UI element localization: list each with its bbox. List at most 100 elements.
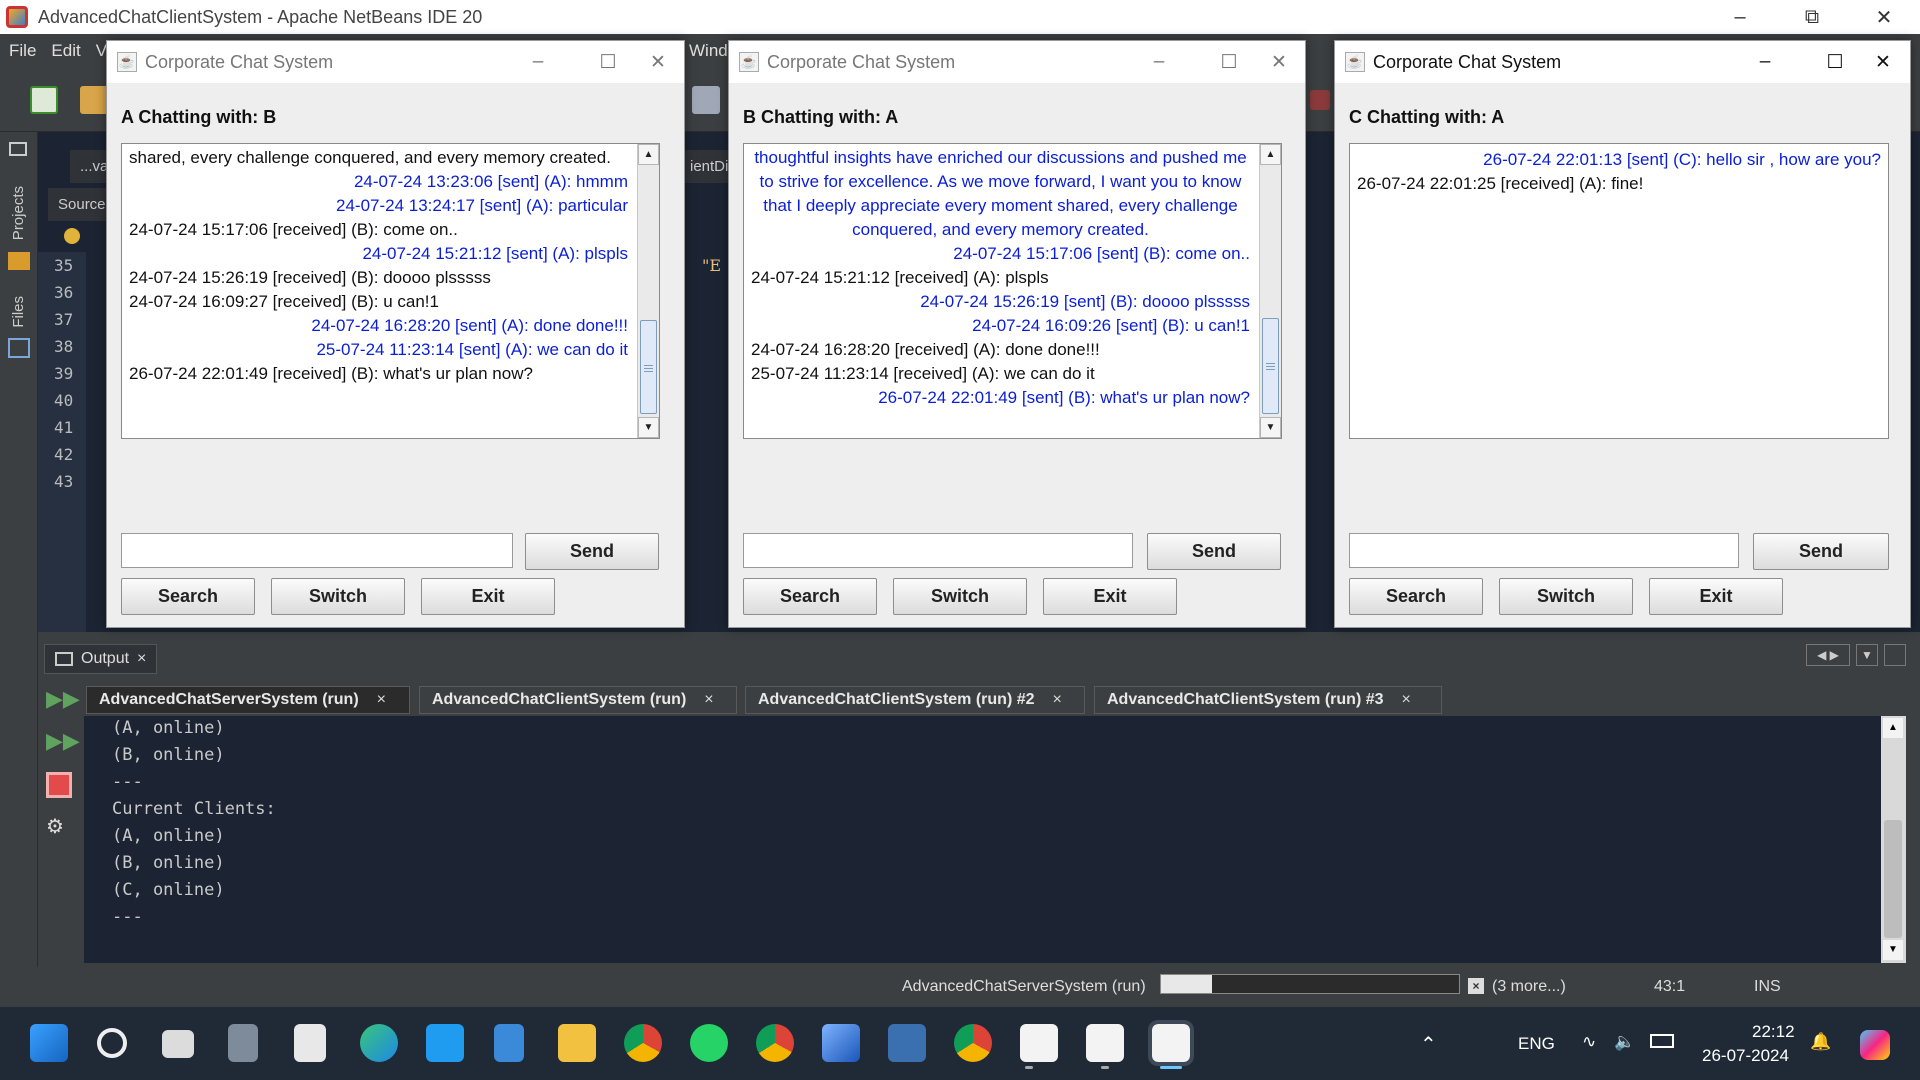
scroll-thumb[interactable] bbox=[1262, 318, 1279, 414]
menu-edit[interactable]: Edit bbox=[51, 41, 80, 61]
minimize-icon[interactable]: – bbox=[1131, 41, 1187, 83]
notepad-icon[interactable] bbox=[494, 1024, 524, 1062]
stop-icon[interactable] bbox=[46, 772, 72, 798]
close-icon[interactable]: ✕ bbox=[1855, 41, 1911, 83]
search-button[interactable]: Search bbox=[121, 578, 255, 615]
restore-icon[interactable]: ⧉ bbox=[1784, 0, 1840, 34]
cancel-task-icon[interactable]: × bbox=[1468, 978, 1484, 994]
chrome-icon[interactable] bbox=[756, 1024, 794, 1062]
minimize-icon[interactable]: – bbox=[1712, 0, 1768, 34]
scroll-up-icon[interactable]: ▲ bbox=[1260, 144, 1281, 165]
close-icon[interactable]: ✕ bbox=[630, 41, 686, 83]
scroll-down-icon[interactable]: ▼ bbox=[1883, 940, 1903, 960]
maximize-icon[interactable]: ☐ bbox=[1201, 41, 1257, 83]
search-button[interactable]: Search bbox=[1349, 578, 1483, 615]
virtualbox-icon[interactable] bbox=[822, 1024, 860, 1062]
file-explorer-icon[interactable] bbox=[558, 1024, 596, 1062]
scroll-down-icon[interactable]: ▼ bbox=[1260, 417, 1281, 438]
calculator-icon[interactable] bbox=[228, 1024, 258, 1062]
task-view-icon[interactable] bbox=[162, 1030, 194, 1058]
rerun-icon[interactable]: ▶▶ bbox=[46, 686, 72, 712]
run-tab-client-3[interactable]: AdvancedChatClientSystem (run) #3 × bbox=[1094, 686, 1442, 714]
message-scrollbar[interactable]: ▲ ▼ bbox=[637, 144, 659, 438]
console-scrollbar[interactable]: ▲ ▼ bbox=[1881, 716, 1906, 963]
clock-date[interactable]: 26-07-2024 bbox=[1702, 1046, 1789, 1066]
close-icon[interactable]: × bbox=[137, 650, 146, 668]
edge-icon[interactable] bbox=[360, 1024, 398, 1062]
maximize-icon[interactable]: ☐ bbox=[580, 41, 636, 83]
exit-button[interactable]: Exit bbox=[1649, 578, 1783, 615]
more-tasks-link[interactable]: (3 more...) bbox=[1492, 978, 1566, 996]
close-icon[interactable]: × bbox=[704, 691, 713, 709]
projects-tab[interactable]: Projects bbox=[10, 186, 27, 240]
battery-icon[interactable] bbox=[1650, 1034, 1674, 1048]
whatsapp-icon[interactable] bbox=[690, 1024, 728, 1062]
tray-overflow-icon[interactable]: ⌃ bbox=[1420, 1032, 1437, 1057]
clock-time[interactable]: 22:12 bbox=[1752, 1022, 1795, 1042]
menu-file[interactable]: File bbox=[9, 41, 36, 61]
settings-icon[interactable]: ⚙ bbox=[46, 814, 72, 840]
ide-window-title: AdvancedChatClientSystem - Apache NetBea… bbox=[38, 7, 482, 28]
search-icon[interactable] bbox=[97, 1028, 127, 1058]
copilot-icon[interactable] bbox=[1860, 1030, 1890, 1060]
new-project-icon[interactable] bbox=[30, 86, 58, 114]
snipping-tool-icon[interactable] bbox=[294, 1024, 326, 1062]
minimize-icon[interactable]: – bbox=[510, 41, 566, 83]
build-icon[interactable] bbox=[692, 86, 720, 114]
output-tab[interactable]: Output × bbox=[44, 644, 157, 674]
rerun-with-params-icon[interactable]: ▶▶ bbox=[46, 728, 72, 754]
close-icon[interactable]: × bbox=[1053, 691, 1062, 709]
hint-bulb-icon[interactable] bbox=[64, 228, 80, 244]
java-icon[interactable] bbox=[1152, 1024, 1190, 1062]
language-indicator[interactable]: ENG bbox=[1518, 1034, 1555, 1054]
projects-icon bbox=[8, 252, 30, 270]
run-tab-server[interactable]: AdvancedChatServerSystem (run) × bbox=[86, 686, 410, 714]
java-icon[interactable] bbox=[1020, 1024, 1058, 1062]
scroll-up-icon[interactable]: ▲ bbox=[638, 144, 659, 165]
run-tab-client-2[interactable]: AdvancedChatClientSystem (run) #2 × bbox=[745, 686, 1085, 714]
wifi-icon[interactable]: ∿ bbox=[1582, 1032, 1596, 1052]
new-file-icon[interactable] bbox=[80, 86, 108, 114]
message-area[interactable]: 26-07-24 22:01:13 [sent] (C): hello sir … bbox=[1349, 143, 1889, 439]
exit-button[interactable]: Exit bbox=[421, 578, 555, 615]
volume-icon[interactable]: 🔈 bbox=[1614, 1032, 1635, 1052]
message-area[interactable]: 24-07-24 12:10:08 [sent] (B): Your insig… bbox=[743, 143, 1282, 439]
scroll-thumb[interactable] bbox=[1884, 820, 1902, 938]
message-input[interactable] bbox=[743, 533, 1133, 568]
window-icon[interactable] bbox=[9, 142, 27, 156]
close-icon[interactable]: ✕ bbox=[1251, 41, 1307, 83]
notification-bell-icon[interactable]: 🔔 bbox=[1810, 1032, 1831, 1052]
send-button[interactable]: Send bbox=[1753, 533, 1889, 570]
java-icon[interactable] bbox=[1086, 1024, 1124, 1062]
chrome-icon[interactable] bbox=[954, 1024, 992, 1062]
message-area[interactable]: shared, every challenge conquered, and e… bbox=[121, 143, 660, 439]
close-icon[interactable]: ✕ bbox=[1856, 0, 1912, 34]
switch-button[interactable]: Switch bbox=[893, 578, 1027, 615]
tab-nav-arrows-icon[interactable]: ◀ ▶ bbox=[1806, 644, 1850, 666]
chrome-icon[interactable] bbox=[624, 1024, 662, 1062]
scroll-up-icon[interactable]: ▲ bbox=[1883, 718, 1903, 738]
message-scrollbar[interactable]: ▲ ▼ bbox=[1259, 144, 1281, 438]
message-input[interactable] bbox=[121, 533, 513, 568]
maximize-panel-icon[interactable] bbox=[1884, 644, 1906, 666]
files-tab[interactable]: Files bbox=[10, 296, 27, 328]
close-icon[interactable]: × bbox=[1402, 691, 1411, 709]
minimize-icon[interactable]: – bbox=[1737, 41, 1793, 83]
tab-list-icon[interactable]: ▼ bbox=[1856, 644, 1878, 666]
run-tab-client[interactable]: AdvancedChatClientSystem (run) × bbox=[419, 686, 737, 714]
wireshark-icon[interactable] bbox=[888, 1024, 926, 1062]
send-button[interactable]: Send bbox=[1147, 533, 1281, 570]
output-console[interactable] bbox=[84, 716, 1881, 963]
close-icon[interactable]: × bbox=[377, 691, 386, 709]
search-button[interactable]: Search bbox=[743, 578, 877, 615]
scroll-down-icon[interactable]: ▼ bbox=[638, 417, 659, 438]
exit-button[interactable]: Exit bbox=[1043, 578, 1177, 615]
send-button[interactable]: Send bbox=[525, 533, 659, 570]
stop-icon[interactable] bbox=[1310, 90, 1330, 110]
message-input[interactable] bbox=[1349, 533, 1739, 568]
vscode-icon[interactable] bbox=[426, 1024, 464, 1062]
switch-button[interactable]: Switch bbox=[1499, 578, 1633, 615]
scroll-thumb[interactable] bbox=[640, 320, 657, 414]
switch-button[interactable]: Switch bbox=[271, 578, 405, 615]
start-icon[interactable] bbox=[30, 1024, 68, 1062]
